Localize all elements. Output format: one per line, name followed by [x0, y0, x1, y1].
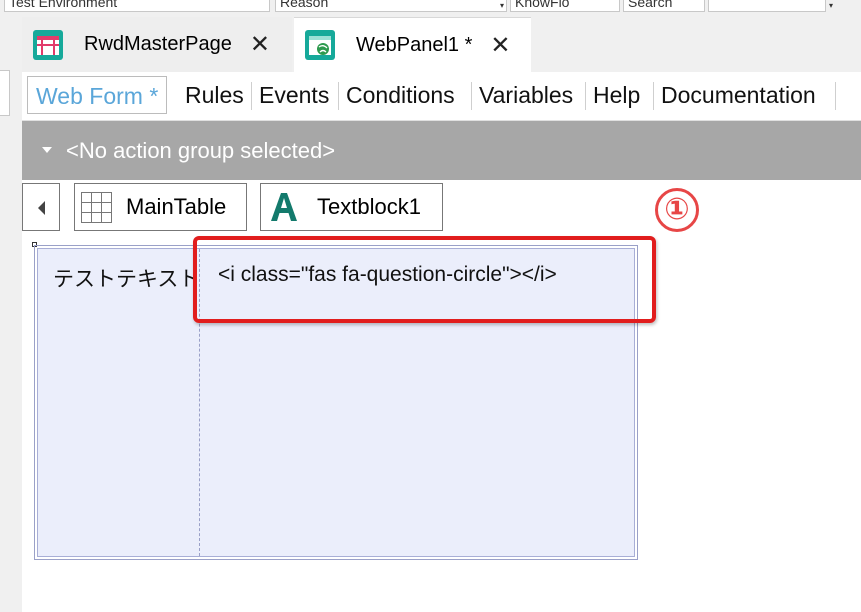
- highlight-box: [193, 236, 656, 323]
- caret-down-icon[interactable]: [42, 147, 52, 153]
- document-tab-strip: RwdMasterPage ✕ WebPanel1 * ✕: [22, 14, 861, 72]
- chevron-down-icon[interactable]: ▾: [826, 1, 836, 11]
- tab-events[interactable]: Events: [259, 76, 329, 114]
- close-icon[interactable]: ✕: [490, 31, 510, 60]
- table-grid-icon: [81, 191, 112, 223]
- tab-variables[interactable]: Variables: [479, 76, 573, 114]
- textblock-label-cell[interactable]: テストテキスト: [53, 263, 199, 293]
- breadcrumb: MainTable Textblock1: [22, 180, 861, 236]
- tab-separator: [585, 82, 586, 110]
- tab-conditions[interactable]: Conditions: [346, 76, 455, 114]
- top-toolbar: Test Environment Reason ▾ KnowFlo Search…: [0, 0, 861, 15]
- breadcrumb-label: Textblock1: [317, 194, 421, 219]
- breadcrumb-item-maintable[interactable]: MainTable: [74, 183, 247, 231]
- knowflo-field[interactable]: KnowFlo: [510, 0, 620, 12]
- web-panel-icon: [304, 29, 336, 61]
- tab-rwdmasterpage[interactable]: RwdMasterPage ✕: [22, 17, 292, 72]
- tab-separator: [251, 82, 252, 110]
- tab-separator: [653, 82, 654, 110]
- breadcrumb-label: MainTable: [126, 194, 227, 219]
- search-input[interactable]: [708, 0, 826, 12]
- tab-web-form[interactable]: Web Form *: [27, 76, 168, 114]
- textblock-a-icon: [269, 191, 299, 223]
- close-icon[interactable]: ✕: [250, 30, 270, 59]
- editor-sub-tabs: Web Form * Rules Events Conditions Varia…: [22, 72, 861, 121]
- annotation-number: ①: [655, 188, 699, 232]
- action-group-bar[interactable]: <No action group selected>: [22, 121, 861, 180]
- chevron-left-icon: [38, 201, 45, 215]
- reason-field[interactable]: Reason: [275, 0, 507, 12]
- breadcrumb-item-textblock1[interactable]: Textblock1: [260, 183, 443, 231]
- tab-separator: [835, 82, 836, 110]
- tab-webpanel1[interactable]: WebPanel1 * ✕: [294, 17, 531, 72]
- back-button[interactable]: [22, 183, 60, 231]
- tab-rules[interactable]: Rules: [185, 76, 244, 114]
- tab-separator: [471, 82, 472, 110]
- tab-label: WebPanel1 *: [356, 33, 473, 56]
- left-gutter: [0, 14, 22, 612]
- action-group-label: <No action group selected>: [66, 138, 336, 163]
- tab-label: RwdMasterPage: [84, 33, 232, 55]
- gutter-marker: [0, 70, 10, 116]
- tab-documentation[interactable]: Documentation: [661, 76, 816, 114]
- tab-separator: [338, 82, 339, 110]
- chevron-down-icon[interactable]: ▾: [497, 1, 507, 11]
- search-label: Search: [623, 0, 705, 12]
- environment-field[interactable]: Test Environment: [4, 0, 270, 12]
- tab-help[interactable]: Help: [593, 76, 640, 114]
- master-page-icon: [32, 29, 64, 61]
